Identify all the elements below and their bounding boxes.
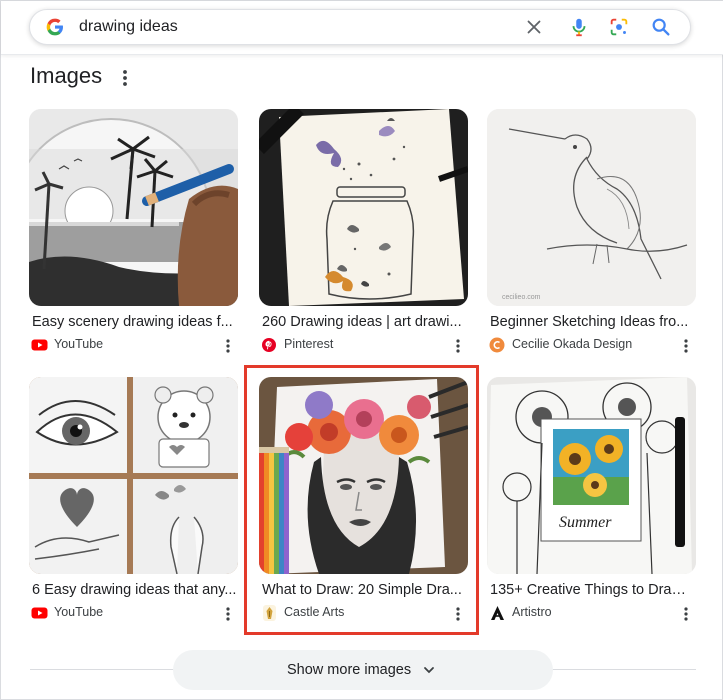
clear-icon[interactable] (523, 16, 545, 38)
source-name: Pinterest (284, 337, 334, 351)
microphone-icon[interactable] (568, 16, 590, 38)
vertical-dots-icon[interactable] (223, 338, 233, 354)
vertical-dots-icon[interactable] (681, 338, 691, 354)
source-name: YouTube (54, 605, 104, 619)
search-header: drawing ideas (1, 1, 723, 55)
pinterest-icon (262, 338, 276, 352)
result-source[interactable]: YouTube (31, 605, 243, 621)
image-result[interactable]: Easy scenery drawing ideas f... YouTube (29, 109, 247, 357)
butterfly-jar-drawing-image (259, 109, 468, 306)
result-thumbnail[interactable] (29, 109, 238, 306)
result-source[interactable]: YouTube (31, 337, 243, 353)
google-lens-icon[interactable] (608, 16, 630, 38)
result-caption[interactable]: 135+ Creative Things to Draw ... (490, 582, 696, 598)
search-icon[interactable] (650, 16, 672, 38)
image-result[interactable]: cecilieo.com Beginner Sketching Ideas fr… (487, 109, 705, 357)
show-more-label: Show more images (287, 662, 412, 678)
source-name: YouTube (54, 337, 104, 351)
image-result[interactable]: 6 Easy drawing ideas that any... YouTube (29, 377, 247, 625)
result-thumbnail[interactable]: cecilieo.com (487, 109, 696, 306)
youtube-icon (31, 607, 48, 619)
artistro-icon (491, 606, 504, 620)
vertical-dots-icon[interactable] (681, 606, 691, 622)
result-source[interactable]: Pinterest (261, 337, 473, 353)
youtube-icon (31, 339, 48, 351)
vertical-dots-icon[interactable] (117, 67, 133, 89)
result-source[interactable]: Artistro (489, 605, 701, 621)
result-thumbnail[interactable] (259, 109, 468, 306)
result-caption[interactable]: 260 Drawing ideas | art drawi... (262, 314, 468, 330)
cecilie-okada-icon (489, 337, 505, 353)
search-box[interactable]: drawing ideas (29, 9, 691, 45)
google-g-logo-icon (46, 18, 63, 36)
result-thumbnail[interactable] (29, 377, 238, 574)
source-name: Artistro (512, 605, 552, 619)
source-name: Cecilie Okada Design (512, 337, 633, 351)
result-thumbnail[interactable]: Summer (487, 377, 696, 574)
search-query-text[interactable]: drawing ideas (79, 18, 178, 36)
image-result[interactable]: Summer 135+ Creative Things to Draw ... … (487, 377, 705, 625)
vertical-dots-icon[interactable] (453, 338, 463, 354)
four-easy-drawings-image (29, 377, 238, 574)
section-title: Images (30, 63, 103, 88)
sunflower-summer-drawing-image: Summer (487, 377, 696, 574)
result-caption[interactable]: 6 Easy drawing ideas that any... (32, 582, 238, 598)
vertical-dots-icon[interactable] (223, 606, 233, 622)
svg-text:cecilieo.com: cecilieo.com (502, 294, 541, 301)
scenery-drawing-image (29, 109, 238, 306)
result-caption[interactable]: Easy scenery drawing ideas f... (32, 314, 238, 330)
page-frame: drawing ideas Images Easy scenery drawin… (0, 0, 723, 700)
show-more-images-button[interactable]: Show more images (173, 650, 553, 690)
highlight-box (244, 365, 479, 635)
image-result[interactable]: 260 Drawing ideas | art drawi... Pintere… (259, 109, 477, 357)
chevron-down-icon (424, 667, 434, 674)
result-source[interactable]: Cecilie Okada Design (489, 337, 701, 353)
result-caption[interactable]: Beginner Sketching Ideas fro... (490, 314, 696, 330)
svg-text:Summer: Summer (559, 514, 612, 531)
hummingbird-sketch-image: cecilieo.com (487, 109, 696, 306)
